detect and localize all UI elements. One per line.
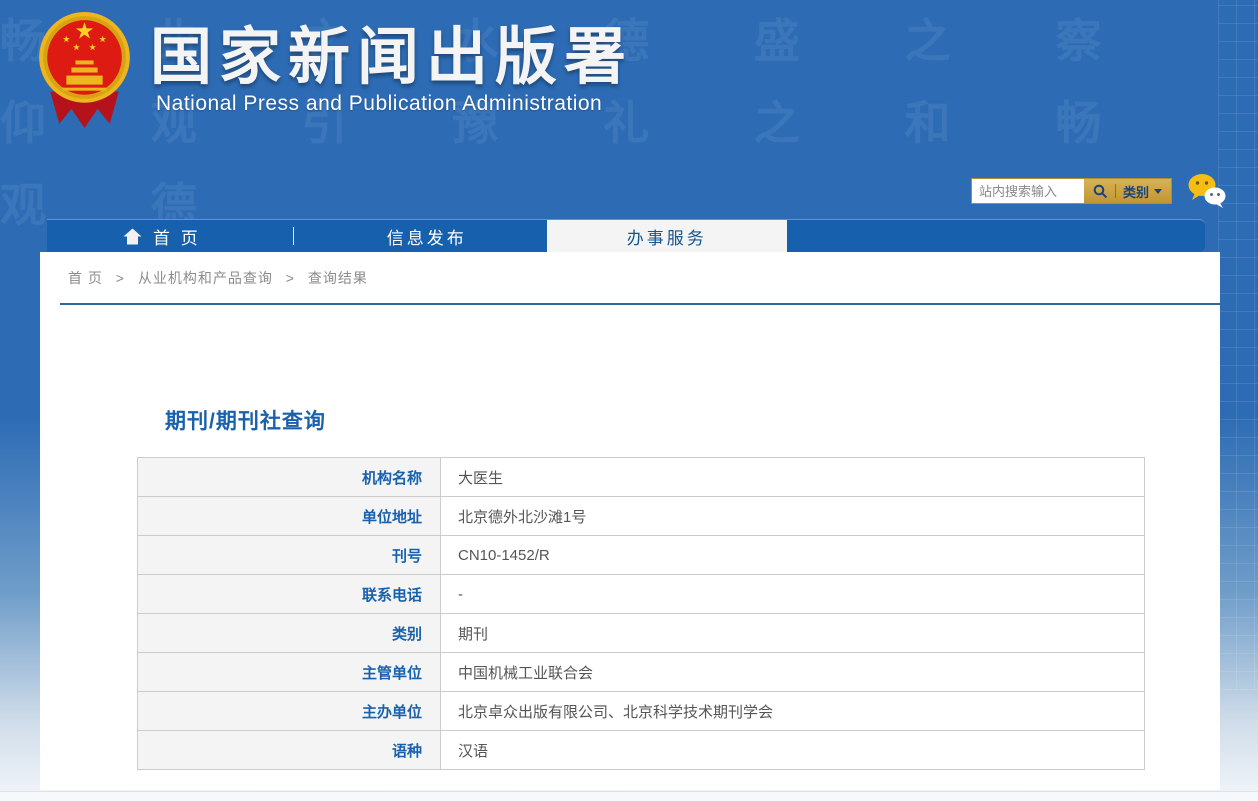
row-label: 语种 xyxy=(138,731,441,770)
nav-item-services[interactable]: 办事服务 xyxy=(547,220,787,253)
wechat-icon[interactable] xyxy=(1186,172,1228,212)
table-row: 语种 汉语 xyxy=(138,731,1145,770)
magnifier-icon xyxy=(1093,184,1108,199)
row-value: 北京德外北沙滩1号 xyxy=(441,497,1145,536)
row-label: 主办单位 xyxy=(138,692,441,731)
nav-item-news[interactable]: 信息发布 xyxy=(387,224,467,249)
breadcrumb-home-link[interactable]: 首 页 xyxy=(68,270,103,286)
result-table: 机构名称 大医生 单位地址 北京德外北沙滩1号 刊号 CN10-1452/R 联… xyxy=(137,457,1145,770)
row-value: 北京卓众出版有限公司、北京科学技术期刊学会 xyxy=(441,692,1145,731)
footer-strip xyxy=(0,791,1258,801)
chevron-down-icon xyxy=(1154,189,1162,194)
table-row: 类别 期刊 xyxy=(138,614,1145,653)
row-label: 机构名称 xyxy=(138,458,441,497)
site-search: 类别 xyxy=(971,178,1172,204)
breadcrumb-separator: > xyxy=(116,270,125,286)
nav-item-home[interactable]: 首 页 xyxy=(123,224,201,249)
breadcrumb-separator: > xyxy=(286,270,295,286)
breadcrumb-current: 查询结果 xyxy=(308,270,368,286)
table-row: 主办单位 北京卓众出版有限公司、北京科学技术期刊学会 xyxy=(138,692,1145,731)
table-row: 刊号 CN10-1452/R xyxy=(138,536,1145,575)
page-root: 畅 曲 之 水 德 盛 之 察 仰 观 引 豫 礼 之 和 畅 观 德 国家新闻… xyxy=(0,0,1258,801)
row-value: 大医生 xyxy=(441,458,1145,497)
row-label: 主管单位 xyxy=(138,653,441,692)
breadcrumb-query-link[interactable]: 从业机构和产品查询 xyxy=(138,270,273,286)
table-row: 主管单位 中国机械工业联合会 xyxy=(138,653,1145,692)
table-row: 联系电话 - xyxy=(138,575,1145,614)
search-divider xyxy=(1115,184,1116,198)
search-button[interactable] xyxy=(1093,184,1108,199)
row-label: 单位地址 xyxy=(138,497,441,536)
row-value: - xyxy=(441,575,1145,614)
search-input[interactable] xyxy=(972,179,1084,203)
row-label: 类别 xyxy=(138,614,441,653)
table-row: 单位地址 北京德外北沙滩1号 xyxy=(138,497,1145,536)
row-value: 期刊 xyxy=(441,614,1145,653)
category-label: 类别 xyxy=(1123,182,1149,201)
category-dropdown[interactable]: 类别 xyxy=(1123,182,1162,201)
row-value: CN10-1452/R xyxy=(441,536,1145,575)
breadcrumb-underline xyxy=(60,303,1220,305)
table-row: 机构名称 大医生 xyxy=(138,458,1145,497)
page-title: 期刊/期刊社查询 xyxy=(165,405,1220,435)
site-subtitle: National Press and Publication Administr… xyxy=(156,92,602,116)
home-icon xyxy=(123,228,142,245)
site-title[interactable]: 国家新闻出版署 xyxy=(150,6,633,96)
breadcrumb: 首 页 > 从业机构和产品查询 > 查询结果 xyxy=(40,252,1220,288)
content-panel: 首 页 > 从业机构和产品查询 > 查询结果 期刊/期刊社查询 机构名称 大医生… xyxy=(40,252,1220,790)
row-value: 中国机械工业联合会 xyxy=(441,653,1145,692)
right-edge-pattern xyxy=(1218,0,1258,690)
nav-divider xyxy=(293,227,294,245)
search-controls: 类别 xyxy=(1084,179,1171,203)
row-value: 汉语 xyxy=(441,731,1145,770)
national-emblem-logo[interactable] xyxy=(38,5,131,133)
main-nav: 首 页 信息发布 办事服务 xyxy=(47,219,1205,252)
row-label: 刊号 xyxy=(138,536,441,575)
nav-home-label: 首 页 xyxy=(153,224,201,249)
row-label: 联系电话 xyxy=(138,575,441,614)
